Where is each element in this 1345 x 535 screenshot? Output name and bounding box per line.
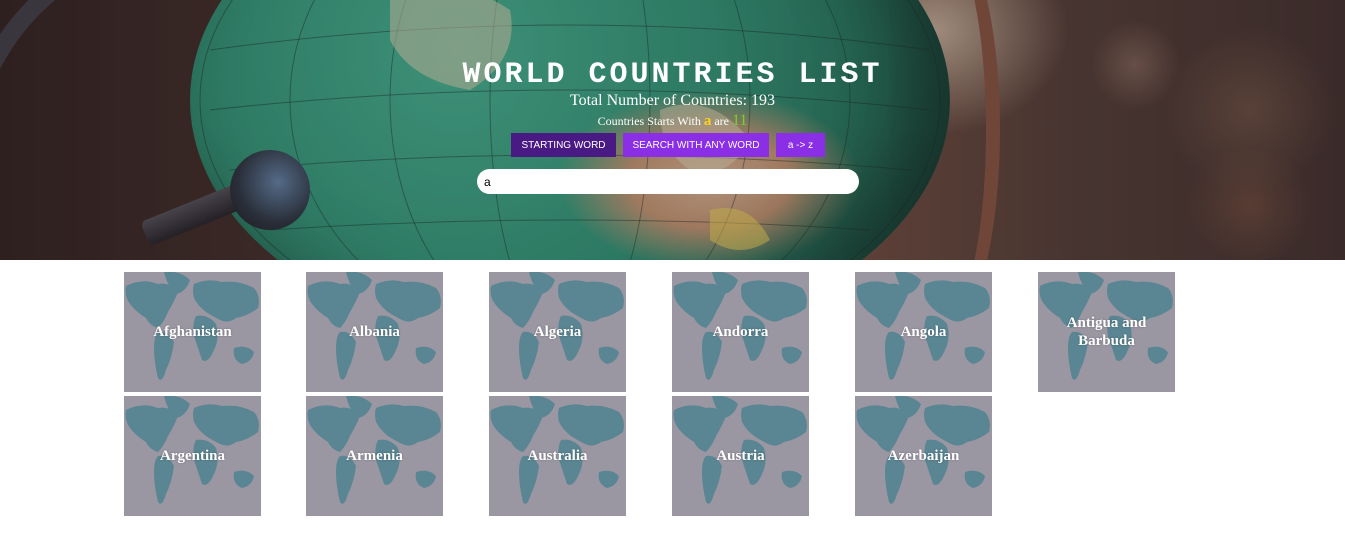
country-name: Australia [527, 448, 588, 464]
total-count: 193 [751, 92, 776, 109]
country-card: Algeria [489, 272, 626, 392]
search-result-summary: Countries Starts With a are 11 [0, 112, 1345, 130]
country-name: Angola [900, 324, 947, 340]
total-label: Total Number of Countries: [569, 92, 748, 109]
summary-count: 11 [732, 112, 748, 129]
country-card: Austria [672, 396, 809, 516]
country-name: Azerbaijan [887, 448, 960, 464]
country-name: Austria [716, 448, 765, 464]
country-name: Armenia [346, 448, 403, 464]
country-name: Algeria [533, 324, 582, 340]
country-name: Andorra [712, 324, 769, 340]
starting-word-button[interactable]: STARTING WORD [511, 133, 616, 157]
hero-content: WORLD COUNTRIES LIST Total Number of Cou… [0, 0, 1345, 260]
search-input[interactable] [477, 169, 859, 194]
country-card: Afghanistan [124, 272, 261, 392]
country-card: Andorra [672, 272, 809, 392]
summary-letter: a [703, 113, 712, 129]
country-card: Albania [306, 272, 443, 392]
country-card: Azerbaijan [855, 396, 992, 516]
total-countries: Total Number of Countries: 193 [0, 92, 1345, 110]
country-card: Armenia [306, 396, 443, 516]
country-name: Afghanistan [153, 324, 232, 340]
country-card: Australia [489, 396, 626, 516]
summary-label: Countries Starts With [597, 114, 701, 128]
country-name: Argentina [160, 448, 225, 464]
country-card: Angola [855, 272, 992, 392]
search-any-word-button[interactable]: SEARCH WITH ANY WORD [623, 133, 769, 157]
country-name: Antigua and Barbuda [1066, 315, 1147, 349]
page-title: WORLD COUNTRIES LIST [462, 58, 883, 92]
summary-are: are [714, 114, 730, 128]
country-card: Antigua and Barbuda [1038, 272, 1175, 392]
sort-az-button[interactable]: a -> z [776, 133, 825, 157]
country-name: Albania [349, 324, 400, 340]
country-card: Argentina [124, 396, 261, 516]
